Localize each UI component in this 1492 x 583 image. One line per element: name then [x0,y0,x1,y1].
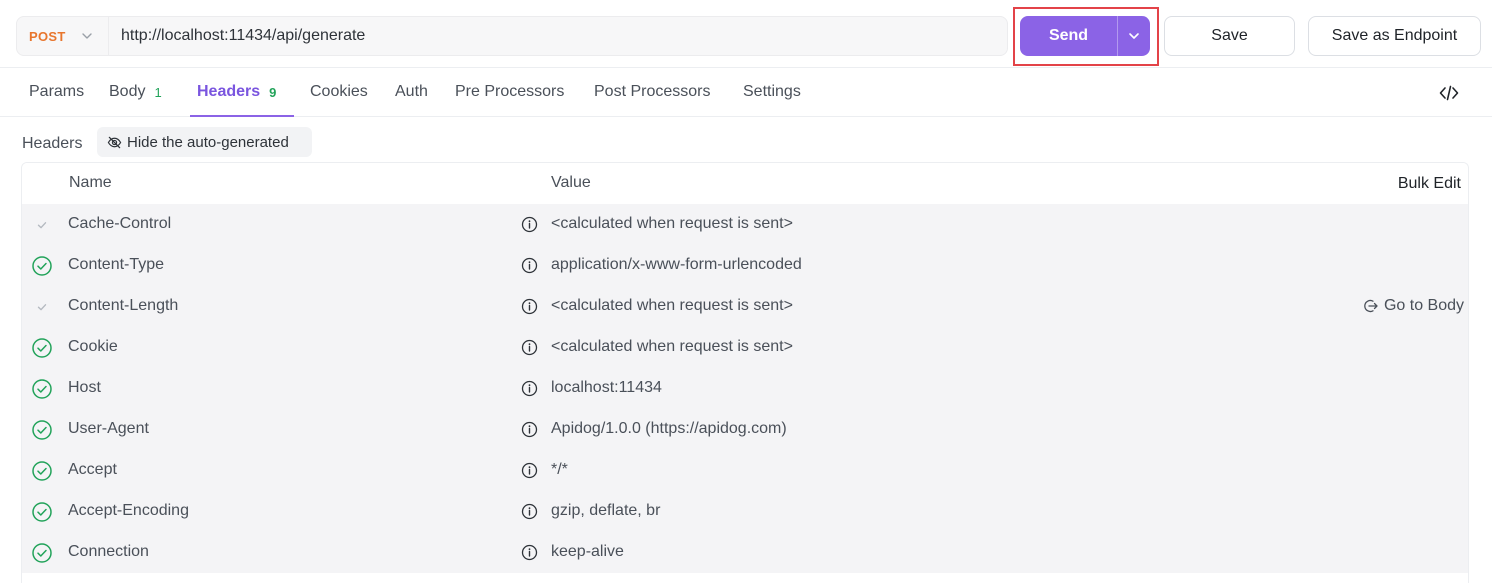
method-label: POST [29,28,66,44]
table-row: Cookie <calculated when request is sent> [22,327,1468,368]
section-title: Headers [22,135,83,152]
info-icon[interactable] [521,380,538,397]
check-circle-icon[interactable] [31,255,53,277]
save-button[interactable]: Save [1164,16,1295,56]
header-name: Host [68,379,101,396]
header-name: Accept [68,461,117,478]
table-row: Cache-Control <calculated when request i… [22,204,1468,245]
tab-label: Settings [743,83,801,100]
check-circle-icon[interactable] [31,337,53,359]
table-row: Content-Type application/x-www-form-urle… [22,245,1468,286]
hide-toggle-label: Hide the auto-generated [127,133,289,151]
table-row: Accept-Encoding gzip, deflate, br [22,491,1468,532]
active-tab-indicator [190,115,294,117]
url-input[interactable]: http://localhost:11434/api/generate [109,27,365,45]
tab-label: Post Processors [594,83,711,100]
header-value: application/x-www-form-urlencoded [551,256,802,273]
tab-label: Body [109,83,146,100]
column-header-name: Name [69,174,112,191]
code-icon[interactable] [1438,82,1460,104]
tab-pre-processors[interactable]: Pre Processors [455,68,564,116]
table-header: Name Value Bulk Edit [22,163,1468,204]
check-circle-icon[interactable] [31,460,53,482]
header-value: gzip, deflate, br [551,502,661,519]
tab-body[interactable]: Body 1 [109,68,162,116]
column-header-value: Value [551,174,591,191]
check-circle-icon[interactable] [31,419,53,441]
go-to-body-label: Go to Body [1383,297,1464,314]
header-name: Connection [68,543,149,560]
info-icon[interactable] [521,298,538,315]
header-value: <calculated when request is sent> [551,215,793,232]
tab-label: Params [29,83,85,100]
tab-post-processors[interactable]: Post Processors [594,68,710,116]
info-icon[interactable] [521,503,538,520]
chevron-down-icon [1129,33,1139,39]
hide-auto-generated-toggle[interactable]: Hide the auto-generated [97,127,312,157]
go-to-body-link[interactable]: Go to Body [1363,297,1464,315]
table-row: User-Agent Apidog/1.0.0 (https://apidog.… [22,409,1468,450]
request-tabs: Params Body 1 Headers 9 Cookies Auth Pre P… [0,68,1492,117]
tab-cookies[interactable]: Cookies [310,68,368,116]
info-icon[interactable] [521,462,538,479]
info-icon[interactable] [521,421,538,438]
tab-label: Cookies [310,83,368,100]
url-box: POST http://localhost:11434/api/generate [16,16,1008,56]
info-icon[interactable] [521,257,538,274]
check-icon[interactable] [31,296,53,318]
info-icon[interactable] [521,544,538,561]
tab-count-badge: 9 [269,84,277,100]
send-options-button[interactable] [1118,16,1150,56]
header-value: localhost:11434 [551,379,662,396]
chevron-down-icon [81,33,92,39]
save-as-endpoint-button[interactable]: Save as Endpoint [1308,16,1481,56]
tab-label: Pre Processors [455,83,565,100]
bulk-edit-button[interactable]: Bulk Edit [1398,175,1461,193]
tab-label: Auth [395,83,428,100]
header-name: User-Agent [68,420,149,437]
header-name: Content-Type [68,256,165,273]
request-bar: POST http://localhost:11434/api/generate… [0,0,1492,68]
header-name: Accept-Encoding [68,502,189,519]
header-value: <calculated when request is sent> [551,338,793,355]
send-button-group: Send [1020,16,1150,56]
check-circle-icon[interactable] [31,501,53,523]
info-icon[interactable] [521,216,538,233]
eye-off-icon [107,136,122,148]
check-circle-icon[interactable] [31,542,53,564]
info-icon[interactable] [521,339,538,356]
header-name: Cache-Control [68,215,172,232]
redirect-icon [1364,299,1378,313]
header-value: */* [551,461,568,478]
check-circle-icon[interactable] [31,378,53,400]
header-name: Content-Length [68,297,179,314]
table-row: Content-Length <calculated when request … [22,286,1468,327]
header-name: Cookie [68,338,118,355]
tab-settings[interactable]: Settings [743,68,801,116]
tab-auth[interactable]: Auth [395,68,428,116]
table-row: Connection keep-alive [22,532,1468,573]
table-row: Host localhost:11434 [22,368,1468,409]
table-footer [22,573,1468,583]
tab-count-badge: 1 [154,84,162,100]
tab-label: Headers [197,83,261,100]
table-row: Accept */* [22,450,1468,491]
tab-headers[interactable]: Headers 9 [197,68,276,116]
method-select[interactable]: POST [17,17,109,55]
tab-params[interactable]: Params [29,68,84,116]
send-button[interactable]: Send [1020,16,1118,56]
header-value: <calculated when request is sent> [551,297,793,314]
check-icon[interactable] [31,214,53,236]
header-value: Apidog/1.0.0 (https://apidog.com) [551,420,787,437]
header-value: keep-alive [551,543,624,560]
headers-table: Name Value Bulk Edit Cache-Control <calc… [21,162,1469,583]
